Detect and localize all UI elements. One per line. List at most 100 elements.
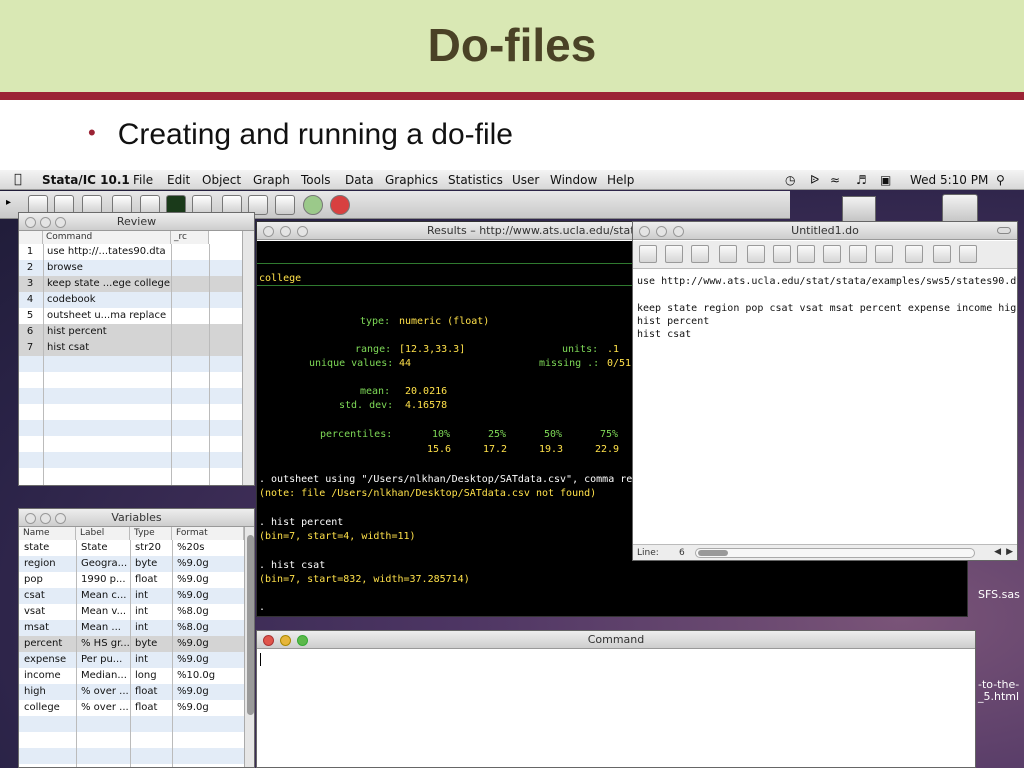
menu-data[interactable]: Data <box>345 173 374 187</box>
preview-icon[interactable] <box>905 245 923 263</box>
print-icon[interactable] <box>719 245 737 263</box>
review-row-command: use http://...tates90.dta <box>47 246 166 257</box>
review-row-number: 7 <box>26 342 34 353</box>
command-input[interactable] <box>257 650 975 767</box>
toolbar-toggle-icon[interactable] <box>997 227 1011 234</box>
close-button[interactable] <box>25 513 36 524</box>
dofile-line-4: hist percent <box>637 316 710 327</box>
run-icon[interactable] <box>933 245 951 263</box>
variable-row[interactable]: income Median... long %10.0g <box>19 668 244 684</box>
undo-icon[interactable] <box>849 245 867 263</box>
scroll-left-icon[interactable]: ◀ <box>994 547 1001 557</box>
find-icon[interactable] <box>747 245 765 263</box>
apple-icon[interactable]:  <box>14 172 22 187</box>
minimize-button[interactable] <box>40 217 51 228</box>
results-range-value: [12.3,33.3] <box>399 344 466 355</box>
variable-row[interactable]: region Geogra... byte %9.0g <box>19 556 244 572</box>
text-cursor <box>260 653 261 666</box>
menu-help[interactable]: Help <box>607 173 634 187</box>
cut-icon[interactable] <box>773 245 791 263</box>
menu-graph[interactable]: Graph <box>253 173 290 187</box>
close-button[interactable] <box>639 226 650 237</box>
close-button[interactable] <box>25 217 36 228</box>
review-col-command[interactable]: Command <box>43 231 171 244</box>
variable-row[interactable]: pop 1990 p... float %9.0g <box>19 572 244 588</box>
break-icon[interactable] <box>330 195 350 215</box>
results-cmd-outsheet: . outsheet using "/Users/nlkhan/Desktop/… <box>259 474 663 485</box>
wifi-icon[interactable]: ≈ <box>830 173 840 187</box>
command-titlebar[interactable]: Command <box>257 631 975 649</box>
review-row-command: browse <box>47 262 83 273</box>
review-window: Review Command _rc 1 use http://...tates9… <box>18 212 255 486</box>
desktop-file-label-sas[interactable]: SFS.sas <box>978 588 1020 601</box>
mac-screen:  Stata/IC 10.1 File Edit Object Graph T… <box>0 170 1024 768</box>
variables-col-type[interactable]: Type <box>130 527 172 540</box>
zoom-button[interactable] <box>297 635 308 646</box>
paste-icon[interactable] <box>823 245 841 263</box>
menu-object[interactable]: Object <box>202 173 241 187</box>
dofile-titlebar[interactable]: Untitled1.do <box>633 222 1017 240</box>
variables-scroll-thumb[interactable] <box>247 535 254 715</box>
zoom-button[interactable] <box>55 513 66 524</box>
variables-col-label[interactable]: Label <box>76 527 130 540</box>
zoom-button[interactable] <box>297 226 308 237</box>
dofile-text-area[interactable]: use http://www.ats.ucla.edu/stat/stata/e… <box>633 270 1017 544</box>
menu-tools[interactable]: Tools <box>301 173 331 187</box>
go-icon[interactable] <box>303 195 323 215</box>
variable-label: Median... <box>81 670 127 681</box>
data-browser-icon[interactable] <box>275 195 295 215</box>
volume-icon[interactable]: ♬ <box>856 173 867 187</box>
close-button[interactable] <box>263 226 274 237</box>
minimize-button[interactable] <box>40 513 51 524</box>
review-titlebar[interactable]: Review <box>19 213 254 231</box>
minimize-button[interactable] <box>280 226 291 237</box>
menu-statistics[interactable]: Statistics <box>448 173 503 187</box>
menu-file[interactable]: File <box>133 173 153 187</box>
review-row-number: 5 <box>26 310 34 321</box>
variable-row[interactable]: vsat Mean v... int %8.0g <box>19 604 244 620</box>
menu-window[interactable]: Window <box>550 173 597 187</box>
variable-row[interactable]: msat Mean ... int %8.0g <box>19 620 244 636</box>
zoom-button[interactable] <box>55 217 66 228</box>
review-col-rc[interactable]: _rc <box>171 231 209 244</box>
variable-empty-row <box>19 732 244 748</box>
spotlight-icon[interactable]: ⚲ <box>996 173 1005 187</box>
variable-row[interactable]: state State str20 %20s <box>19 540 244 556</box>
time-machine-icon[interactable]: ◷ <box>785 173 795 187</box>
copy-icon[interactable] <box>797 245 815 263</box>
desktop-file-label-html-2[interactable]: _5.html <box>978 690 1019 703</box>
new-icon[interactable] <box>639 245 657 263</box>
scroll-right-icon[interactable]: ▶ <box>1006 547 1013 557</box>
variables-col-name[interactable]: Name <box>19 527 76 540</box>
open-icon[interactable] <box>665 245 683 263</box>
variable-row[interactable]: college% over ... float %9.0g <box>19 700 244 716</box>
display-icon[interactable]: ▣ <box>880 173 891 187</box>
variable-label: Mean v... <box>81 606 127 617</box>
variable-row[interactable]: csat Mean c... int %9.0g <box>19 588 244 604</box>
dofile-hscroll-thumb[interactable] <box>698 550 728 556</box>
review-scrollbar[interactable] <box>242 231 254 485</box>
variables-titlebar[interactable]: Variables <box>19 509 254 527</box>
menu-graphics[interactable]: Graphics <box>385 173 438 187</box>
do-icon[interactable] <box>959 245 977 263</box>
menubar-clock: Wed 5:10 PM <box>910 173 989 187</box>
variable-row[interactable]: expense Per pu... int %9.0g <box>19 652 244 668</box>
zoom-button[interactable] <box>673 226 684 237</box>
variables-scrollbar[interactable] <box>244 527 254 767</box>
close-button[interactable] <box>263 635 274 646</box>
variables-col-format[interactable]: Format <box>172 527 244 540</box>
variable-format: %10.0g <box>177 670 216 681</box>
redo-icon[interactable] <box>875 245 893 263</box>
menu-app-name[interactable]: Stata/IC 10.1 <box>42 173 130 187</box>
results-pct-value: 15.6 <box>427 444 452 455</box>
dofile-hscrollbar[interactable] <box>695 548 975 558</box>
bluetooth-icon[interactable]: ᐉ <box>810 173 819 187</box>
menu-user[interactable]: User <box>512 173 539 187</box>
menu-edit[interactable]: Edit <box>167 173 190 187</box>
variable-row[interactable]: high% over ... float %9.0g <box>19 684 244 700</box>
save-icon[interactable] <box>691 245 709 263</box>
results-title: Results – http://www.ats.ucla.edu/stat/s <box>427 224 644 237</box>
variable-row[interactable]: percent% HS gr... byte %9.0g <box>19 636 244 652</box>
minimize-button[interactable] <box>656 226 667 237</box>
minimize-button[interactable] <box>280 635 291 646</box>
